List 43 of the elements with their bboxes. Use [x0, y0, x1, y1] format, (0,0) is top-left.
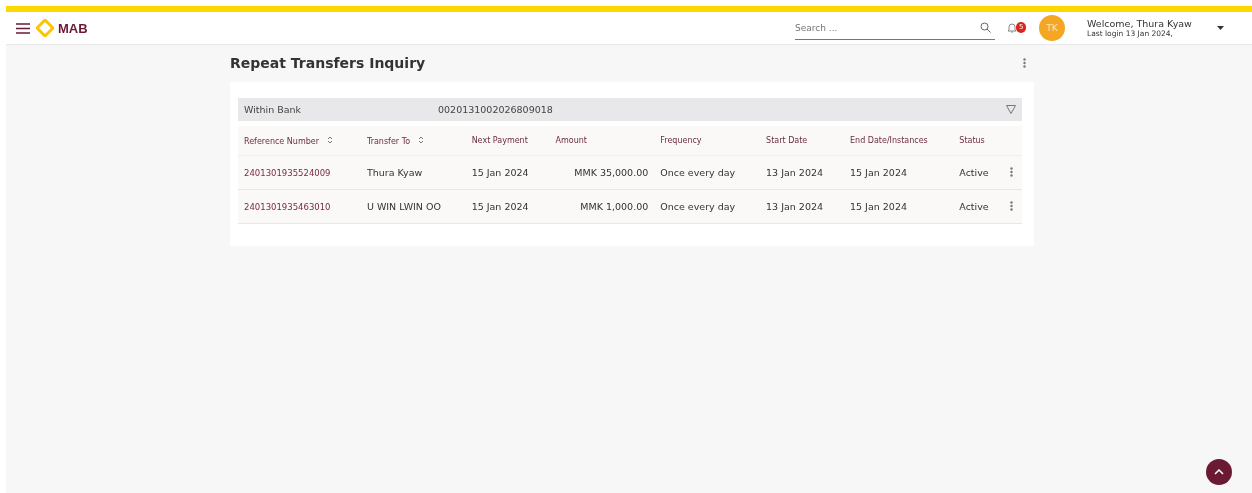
account-number: 0020131002026809018: [438, 104, 554, 115]
column-header: Next Payment: [471, 136, 528, 145]
page-title: Repeat Transfers Inquiry: [230, 55, 426, 71]
column-header[interactable]: Transfer To: [366, 136, 411, 146]
bell-icon[interactable]: [1007, 22, 1017, 33]
table-cell: U WIN LWIN OO: [366, 201, 441, 212]
scroll-top-button[interactable]: [1206, 459, 1232, 485]
table-cell: Once every day: [660, 201, 736, 212]
menu-icon[interactable]: [16, 22, 30, 34]
reference-link[interactable]: 2401301935463010: [244, 201, 331, 212]
table-cell: MMK 35,000.00: [574, 167, 649, 178]
table-cell: Thura Kyaw: [366, 167, 423, 178]
table-cell: Once every day: [660, 167, 736, 178]
sort-icon[interactable]: [326, 135, 333, 144]
table-cell: Active: [959, 201, 989, 212]
table-cell: 15 Jan 2024: [850, 167, 907, 178]
column-header: End Date/Instances: [850, 136, 928, 145]
caret-icon[interactable]: [1217, 26, 1224, 30]
column-header: Status: [959, 136, 985, 145]
search-icon[interactable]: [980, 22, 991, 33]
column-header: Start Date: [766, 136, 808, 145]
group-label: Within Bank: [244, 104, 303, 115]
logo-text: MAB: [58, 20, 88, 36]
more-options-icon[interactable]: [1023, 58, 1026, 68]
table-cell: 13 Jan 2024: [766, 167, 824, 178]
chevron-up-icon: [1214, 469, 1224, 475]
column-header: Frequency: [660, 136, 702, 145]
search-field[interactable]: Search ...: [795, 16, 995, 40]
table-cell: Active: [959, 167, 989, 178]
table-cell: 15 Jan 2024: [850, 201, 907, 212]
reference-link[interactable]: 2401301935524009: [244, 167, 331, 178]
row-menu-icon[interactable]: [1009, 166, 1013, 177]
table-cell: MMK 1,000.00: [580, 201, 649, 212]
diamond-logo-icon: [36, 19, 54, 37]
table-cell: 13 Jan 2024: [766, 201, 824, 212]
filter-icon[interactable]: [1006, 105, 1016, 114]
table-cell: 15 Jan 2024: [471, 167, 529, 178]
welcome-text: Welcome, Thura Kyaw: [1087, 18, 1193, 29]
column-header: Amount: [555, 136, 587, 145]
column-header[interactable]: Reference Number: [244, 136, 319, 146]
table-cell: 15 Jan 2024: [471, 201, 529, 212]
row-menu-icon[interactable]: [1009, 200, 1013, 211]
sort-icon[interactable]: [418, 135, 425, 144]
